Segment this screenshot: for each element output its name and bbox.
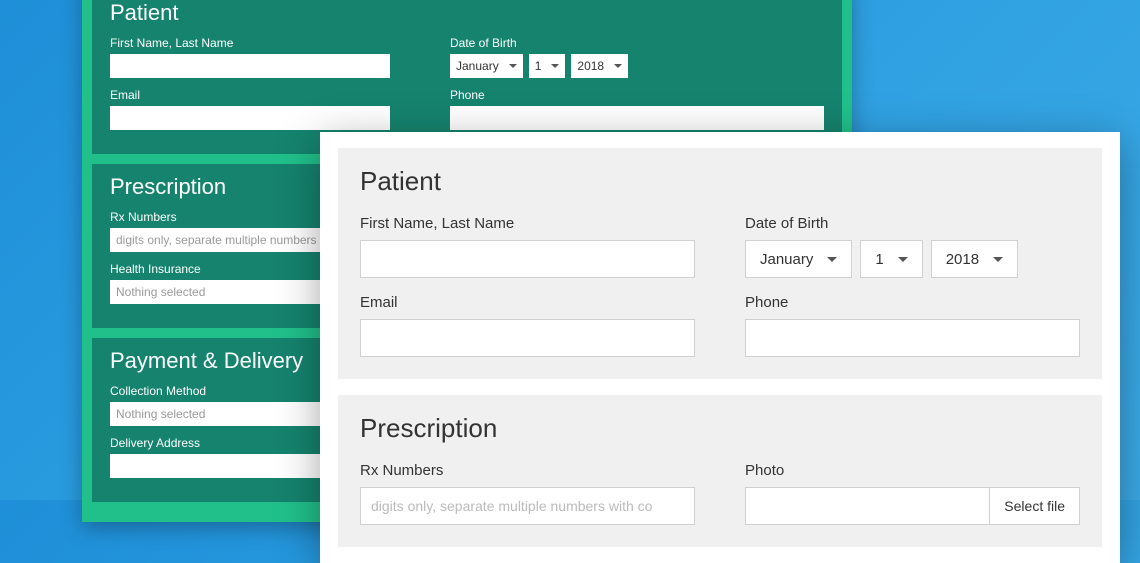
white-dob-year-value: 2018 xyxy=(946,251,979,268)
green-dob-month-value: January xyxy=(456,59,499,73)
green-dob-month-select[interactable]: January xyxy=(450,54,523,78)
white-prescription-title: Prescription xyxy=(360,413,1080,444)
white-dob-day-select[interactable]: 1 xyxy=(860,240,922,278)
caret-down-icon xyxy=(993,257,1003,262)
white-email-input[interactable] xyxy=(360,319,695,357)
green-patient-title: Patient xyxy=(110,0,824,26)
white-rx-label: Rx Numbers xyxy=(360,462,695,479)
white-dob-label: Date of Birth xyxy=(745,215,1080,232)
white-dob-year-select[interactable]: 2018 xyxy=(931,240,1018,278)
green-name-input[interactable] xyxy=(110,54,390,78)
white-phone-input[interactable] xyxy=(745,319,1080,357)
green-phone-input[interactable] xyxy=(450,106,824,130)
caret-down-icon xyxy=(509,64,517,68)
white-name-input[interactable] xyxy=(360,240,695,278)
white-photo-label: Photo xyxy=(745,462,1080,479)
green-dob-day-select[interactable]: 1 xyxy=(529,54,566,78)
white-patient-section: Patient First Name, Last Name Date of Bi… xyxy=(338,148,1102,379)
green-email-label: Email xyxy=(110,88,390,102)
green-phone-label: Phone xyxy=(450,88,824,102)
green-dob-year-value: 2018 xyxy=(577,59,604,73)
caret-down-icon xyxy=(898,257,908,262)
white-name-label: First Name, Last Name xyxy=(360,215,695,232)
white-dob-day-value: 1 xyxy=(875,251,883,268)
white-email-label: Email xyxy=(360,294,695,311)
white-phone-label: Phone xyxy=(745,294,1080,311)
green-email-input[interactable] xyxy=(110,106,390,130)
green-dob-year-select[interactable]: 2018 xyxy=(571,54,628,78)
white-dob-month-value: January xyxy=(760,251,813,268)
caret-down-icon xyxy=(827,257,837,262)
white-rx-input[interactable] xyxy=(360,487,695,525)
white-dob-month-select[interactable]: January xyxy=(745,240,852,278)
white-prescription-section: Prescription Rx Numbers Photo Select fil… xyxy=(338,395,1102,547)
white-patient-title: Patient xyxy=(360,166,1080,197)
caret-down-icon xyxy=(614,64,622,68)
white-photo-input[interactable] xyxy=(745,487,989,525)
green-name-label: First Name, Last Name xyxy=(110,36,390,50)
green-dob-label: Date of Birth xyxy=(450,36,824,50)
white-form-card: Patient First Name, Last Name Date of Bi… xyxy=(320,132,1120,563)
green-dob-day-value: 1 xyxy=(535,59,542,73)
select-file-button[interactable]: Select file xyxy=(989,487,1080,525)
caret-down-icon xyxy=(551,64,559,68)
green-patient-section: Patient First Name, Last Name Date of Bi… xyxy=(92,0,842,154)
